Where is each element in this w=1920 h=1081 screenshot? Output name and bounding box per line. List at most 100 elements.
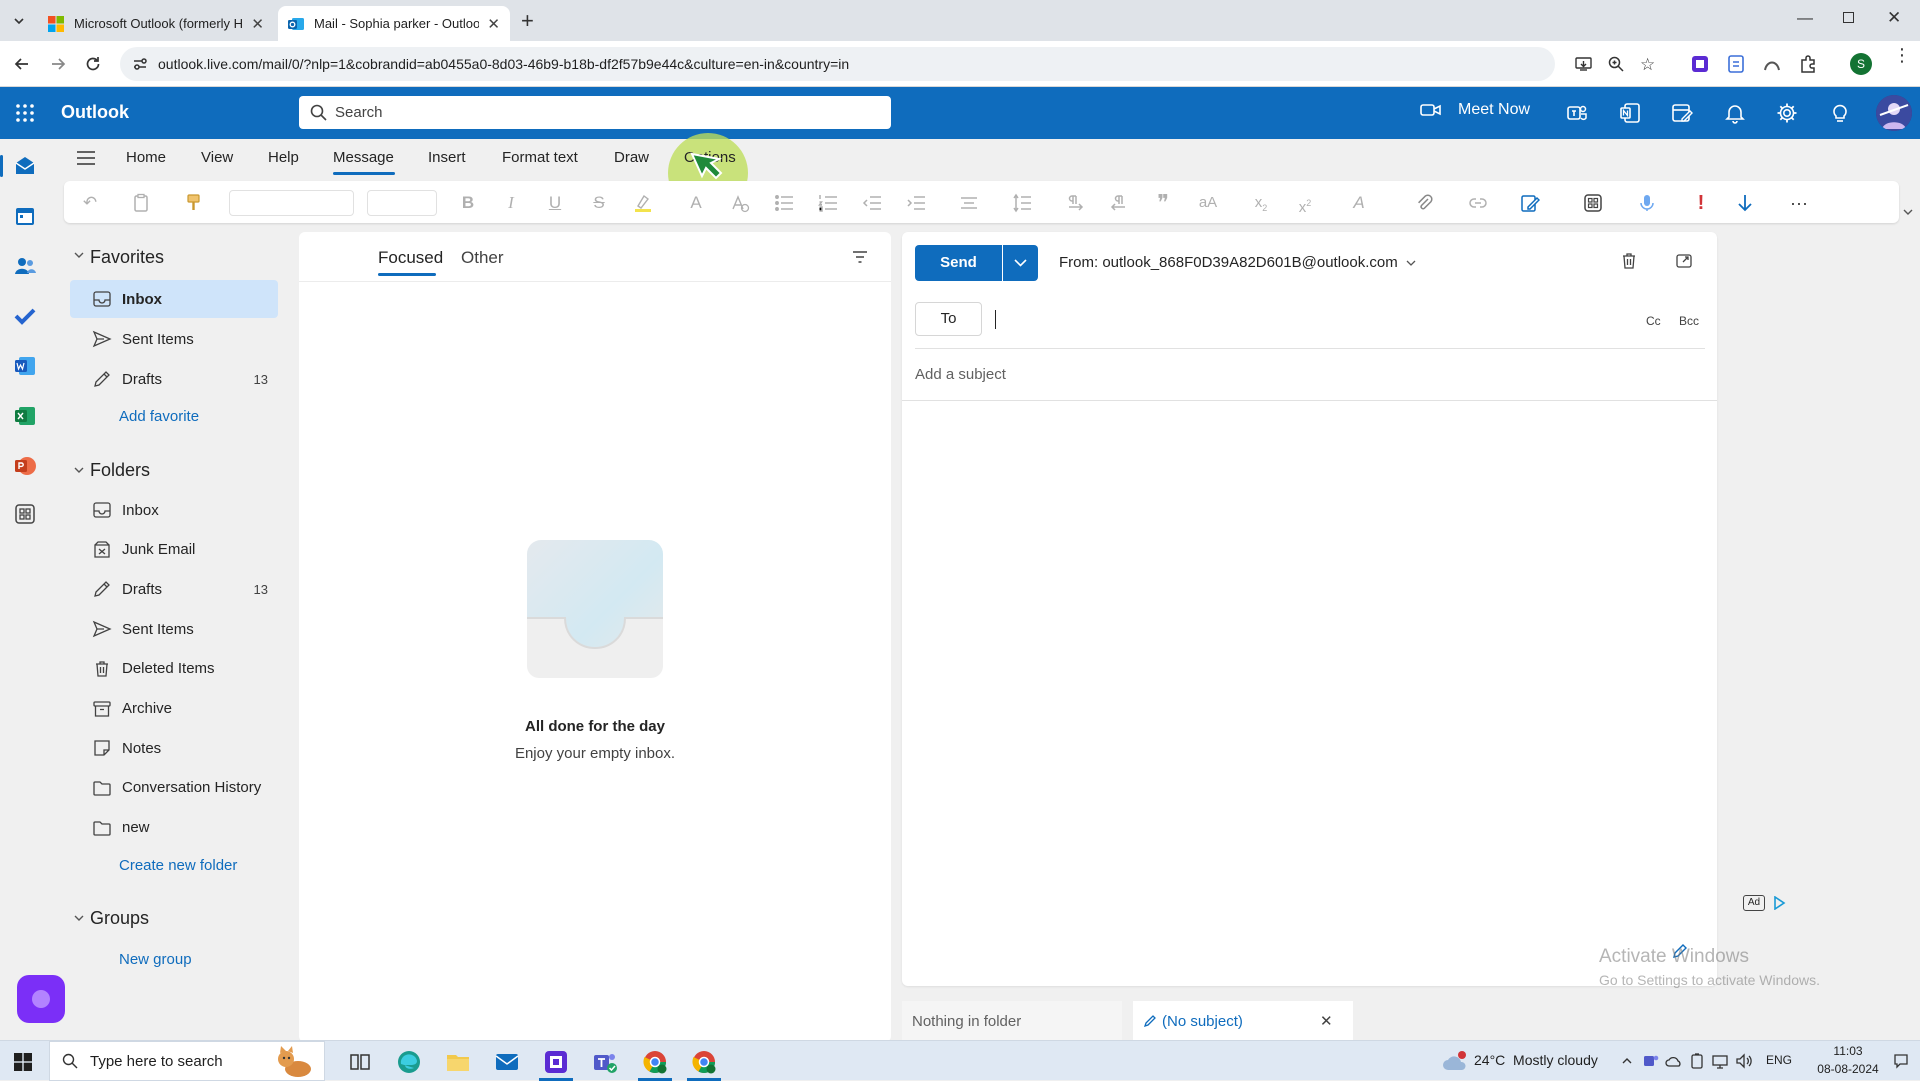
tab-draw[interactable]: Draw [614,149,649,166]
profile-avatar[interactable]: S [1850,53,1872,75]
zoom-icon[interactable] [1608,56,1624,72]
send-options-button[interactable] [1003,245,1038,281]
search-input[interactable]: Search [299,96,891,129]
gear-icon[interactable] [1775,101,1799,125]
restore-icon[interactable] [1843,12,1854,23]
discard-trash-icon[interactable] [1620,252,1638,270]
groups-heading[interactable]: Groups [90,908,149,929]
line-spacing-icon[interactable] [1012,193,1032,213]
folder-item[interactable]: Drafts 13 [70,570,278,608]
forward-arrow-icon[interactable] [48,54,68,74]
tab-format-text[interactable]: Format text [502,149,578,166]
extension-2-icon[interactable] [1726,54,1746,74]
clock-date[interactable]: 08-08-2024 [1815,1062,1881,1076]
browser-tab-mail[interactable]: Mail - Sophia parker - Outlook ✕ [278,6,510,41]
file-explorer-icon[interactable] [445,1049,471,1075]
favorites-item[interactable]: Drafts 13 [70,360,278,398]
favorites-heading[interactable]: Favorites [90,247,164,268]
onenote-icon[interactable] [1618,101,1642,125]
format-painter-icon[interactable] [184,193,204,213]
browser-menu-icon[interactable]: ⋮ [1893,46,1911,64]
font-color-icon[interactable]: A [686,193,706,213]
tab-list-chevron-icon[interactable] [10,12,28,30]
draft-tab[interactable]: (No subject) ✕ [1133,1001,1353,1041]
to-button[interactable]: To [915,302,982,336]
folder-item[interactable]: Conversation History [70,769,278,807]
hamburger-icon[interactable] [76,150,96,166]
numbering-icon[interactable] [818,193,838,213]
account-avatar[interactable] [1876,95,1912,131]
system-tray-chevron-icon[interactable] [1621,1055,1633,1067]
apps-icon[interactable] [1583,193,1603,213]
font-size-select[interactable] [367,190,437,216]
paste-icon[interactable] [131,193,151,213]
folder-item[interactable]: Archive [70,690,278,728]
tab-message[interactable]: Message [333,149,394,166]
tab-help[interactable]: Help [268,149,299,166]
close-tab-icon[interactable]: ✕ [251,15,264,33]
subscript-icon[interactable]: x2 [1251,193,1271,213]
new-tab-button[interactable]: + [521,8,534,34]
favorites-item[interactable]: Inbox [70,280,278,318]
site-info-icon[interactable] [132,56,148,72]
task-view-icon[interactable] [347,1049,373,1075]
edge-icon[interactable] [396,1049,422,1075]
bell-icon[interactable] [1723,101,1747,125]
message-body[interactable] [915,410,1705,890]
adchoices-icon[interactable] [1772,896,1786,910]
to-input[interactable] [992,302,1592,336]
dictate-icon[interactable] [1637,193,1657,213]
windows-start-icon[interactable] [14,1053,32,1071]
quote-icon[interactable]: ❞ [1153,192,1173,214]
superscript-icon[interactable]: x2 [1295,193,1315,216]
highlight-icon[interactable] [633,193,653,213]
tab-home[interactable]: Home [126,149,166,166]
groups-chevron-icon[interactable] [74,913,84,923]
folders-heading[interactable]: Folders [90,460,150,481]
calendar-app-icon[interactable] [13,204,37,228]
from-address[interactable]: From: outlook_868F0D39A82D601B@outlook.c… [1059,254,1416,271]
install-app-icon[interactable] [1575,56,1592,72]
address-bar[interactable]: outlook.live.com/mail/0/?nlp=1&cobrandid… [120,47,1655,81]
tab-view[interactable]: View [201,149,233,166]
ltr-icon[interactable] [1065,193,1085,213]
subject-input[interactable]: Add a subject [915,366,1615,383]
clock-time[interactable]: 11:03 [1818,1044,1878,1058]
folder-item[interactable]: Junk Email [70,531,278,569]
onedrive-icon[interactable] [1665,1054,1683,1068]
folder-item[interactable]: Sent Items [70,610,278,648]
attach-icon[interactable] [1414,193,1434,213]
mail-app-icon[interactable] [13,154,37,178]
extension-3-icon[interactable] [1762,54,1782,74]
tab-focused[interactable]: Focused [378,248,443,268]
volume-icon[interactable] [1735,1053,1753,1069]
close-window-icon[interactable]: ✕ [1887,8,1901,28]
importance-high-icon[interactable]: ! [1691,193,1711,213]
todo-app-icon[interactable] [13,304,37,328]
my-day-icon[interactable] [1670,101,1694,125]
more-options-icon[interactable]: ··· [1789,193,1809,213]
pop-out-icon[interactable] [1675,252,1693,270]
reload-icon[interactable] [83,54,103,74]
bold-icon[interactable]: B [458,193,478,213]
new-group-link[interactable]: New group [119,951,192,968]
extension-1-icon[interactable] [1690,54,1710,74]
chrome-profile-s-icon[interactable] [691,1049,717,1075]
align-icon[interactable] [959,193,979,213]
importance-low-icon[interactable] [1735,193,1755,213]
favorites-chevron-icon[interactable] [74,250,84,260]
folders-chevron-icon[interactable] [74,465,84,475]
undo-icon[interactable]: ↶ [80,193,100,213]
word-app-icon[interactable] [13,354,37,378]
app-launcher-icon[interactable] [15,103,35,123]
font-name-select[interactable] [229,190,354,216]
teams-icon[interactable] [1565,101,1589,125]
taskbar-search-box[interactable]: Type here to search [49,1041,325,1081]
close-tab-icon[interactable]: ✕ [487,15,500,33]
battery-meter-icon[interactable] [1689,1053,1705,1069]
increase-indent-icon[interactable] [906,193,926,213]
people-app-icon[interactable] [13,254,37,278]
close-icon[interactable]: ✕ [1320,1012,1333,1030]
cc-button[interactable]: Cc [1646,314,1661,328]
ribbon-collapse-chevron-icon[interactable] [1902,206,1914,218]
